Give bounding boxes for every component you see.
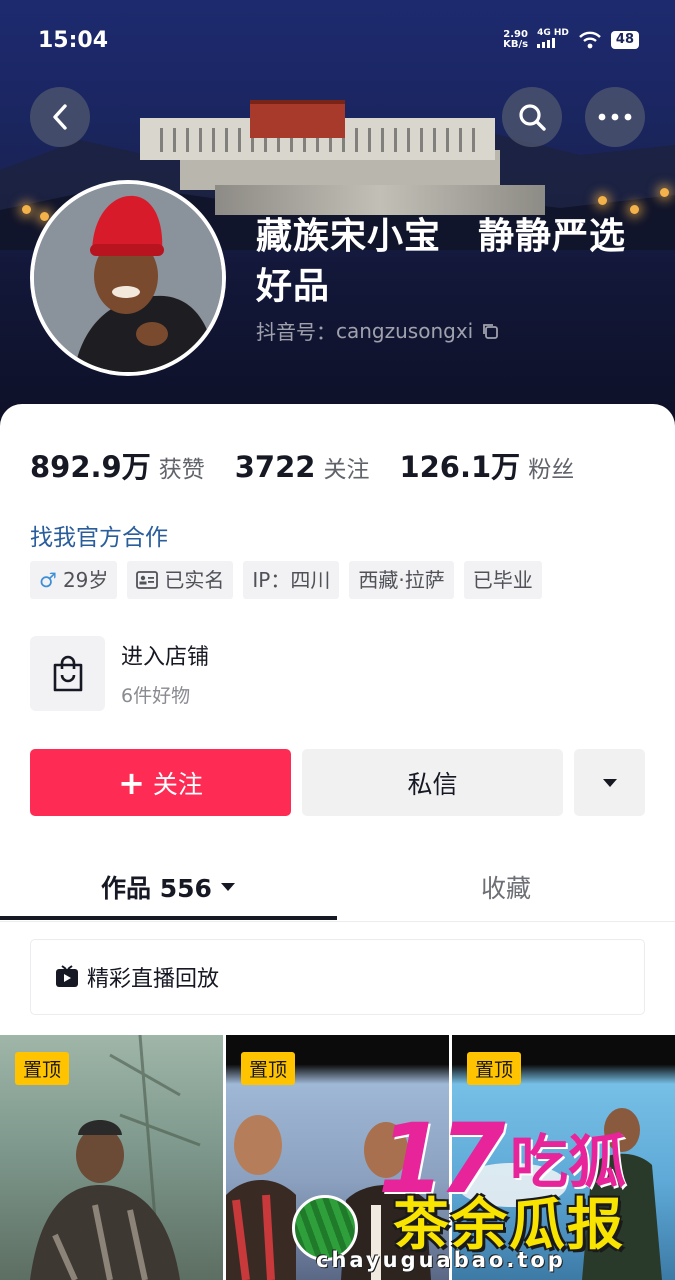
wifi-icon	[579, 31, 601, 48]
live-replay-label: 精彩直播回放	[87, 967, 220, 992]
likes-count: 892.9万	[30, 450, 151, 484]
speed-unit: KB/s	[503, 38, 529, 50]
avatar[interactable]	[30, 180, 226, 376]
profile-stats: 892.9万 获赞 3722 关注 126.1万 粉丝	[30, 444, 604, 486]
following-count[interactable]: 3722	[235, 450, 316, 484]
chevron-left-icon	[53, 104, 67, 130]
more-options-button[interactable]	[585, 87, 645, 147]
plus-icon: +	[118, 763, 145, 802]
tag-ip: IP：四川	[243, 561, 340, 599]
tab-works-label: 作品 556	[101, 874, 212, 903]
lamp-light	[22, 205, 31, 214]
shop-text: 进入店铺 6件好物	[121, 639, 209, 708]
search-icon	[519, 104, 546, 131]
status-time: 15:04	[38, 28, 109, 53]
more-actions-dropdown[interactable]	[574, 749, 645, 816]
tab-works[interactable]: 作品 556	[0, 852, 337, 922]
palace-stairs	[215, 185, 545, 215]
shop-subtitle: 6件好物	[121, 685, 191, 707]
network-label: 4G HD	[537, 28, 569, 38]
pinned-badge: 置顶	[241, 1052, 296, 1085]
copy-icon[interactable]	[481, 322, 499, 340]
shop-entry[interactable]: 进入店铺 6件好物	[30, 636, 209, 711]
shopping-bag-icon	[53, 655, 82, 691]
tag-age: ♂ 29岁	[30, 561, 118, 599]
battery-icon: 48	[610, 30, 639, 49]
age-label: 29岁	[62, 568, 109, 592]
verified-label: 已实名	[164, 568, 225, 592]
shop-title: 进入店铺	[121, 645, 210, 670]
network-type: 4G HD	[537, 28, 569, 51]
douyin-id[interactable]: 抖音号： cangzusongxi	[256, 316, 499, 345]
content-tabs: 作品 556 收藏	[0, 852, 675, 922]
palace-red-center	[250, 100, 345, 138]
watermark-url: chayuguabao.top	[316, 1248, 566, 1272]
avatar-photo	[34, 184, 222, 372]
shop-icon-box	[30, 636, 105, 711]
male-icon: ♂	[39, 568, 57, 592]
profile-tags: ♂ 29岁 已实名 IP：四川 西藏·拉萨 已毕业	[30, 561, 542, 599]
following-label[interactable]: 关注	[323, 450, 369, 484]
douyin-id-value: cangzusongxi	[336, 318, 474, 343]
douyin-id-label: 抖音号：	[256, 320, 336, 344]
caret-down-icon	[602, 778, 617, 787]
pinned-badge: 置顶	[467, 1052, 522, 1085]
id-card-icon	[136, 571, 159, 589]
followers-label[interactable]: 粉丝	[528, 450, 574, 484]
tag-location: 西藏·拉萨	[349, 561, 454, 599]
more-dots-icon	[598, 113, 632, 121]
profile-name: 藏族宋小宝 静静严选好品	[256, 216, 627, 307]
active-tab-indicator	[0, 916, 337, 920]
caret-down-icon	[220, 883, 235, 891]
live-replay-entry[interactable]: 精彩直播回放	[30, 939, 645, 1015]
speed-value: 2.90	[503, 28, 528, 40]
tag-verified: 已实名	[127, 561, 234, 599]
back-button[interactable]	[30, 87, 90, 147]
lamp-light	[598, 196, 607, 205]
live-replay-icon	[56, 965, 78, 987]
pinned-badge: 置顶	[15, 1052, 70, 1085]
followers-count[interactable]: 126.1万	[399, 444, 520, 486]
signal-icon	[537, 38, 556, 48]
search-button[interactable]	[502, 87, 562, 147]
video-thumbnail[interactable]: 置顶	[0, 1035, 223, 1280]
tag-education: 已毕业	[463, 561, 542, 599]
follow-label: 关注	[152, 769, 203, 799]
message-button[interactable]: 私信	[302, 749, 563, 816]
likes-label: 获赞	[158, 457, 205, 483]
status-icons: 2.90 KB/s 4G HD 48	[503, 28, 639, 51]
tab-collect[interactable]: 收藏	[337, 852, 675, 922]
follow-button[interactable]: + 关注	[30, 749, 291, 816]
network-speed: 2.90 KB/s	[503, 28, 529, 50]
lamp-light	[660, 188, 669, 197]
official-cooperation-link[interactable]: 找我官方合作	[30, 518, 168, 552]
